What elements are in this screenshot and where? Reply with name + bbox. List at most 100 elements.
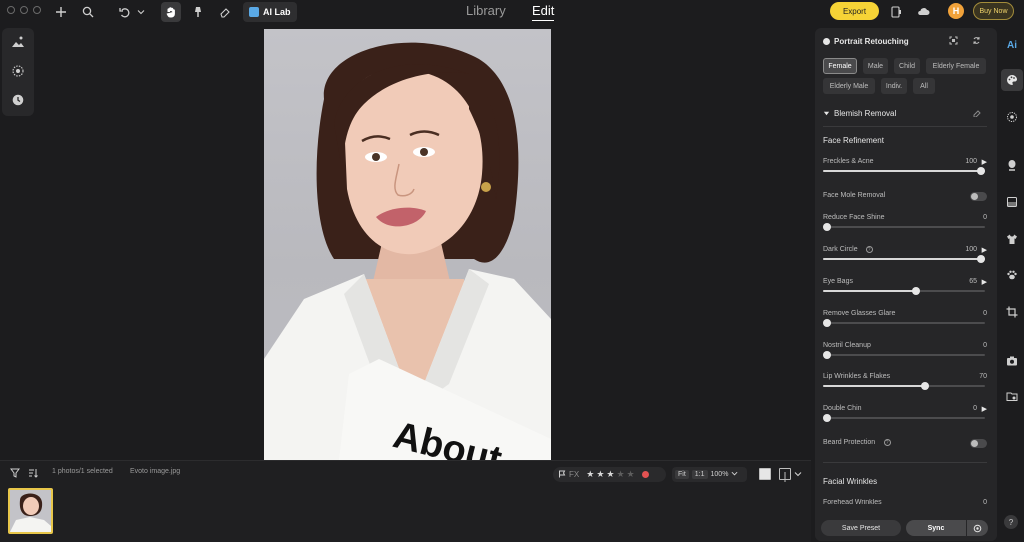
ai-lab-button[interactable]: AI Lab xyxy=(243,2,297,22)
rating-star-icon[interactable]: ★ xyxy=(596,469,604,480)
chip-all[interactable]: All xyxy=(913,78,935,94)
slider-handle[interactable] xyxy=(823,319,831,327)
param-remove-glasses-glare[interactable]: Remove Glasses Glare 0 xyxy=(823,310,987,332)
fx-label[interactable]: FX xyxy=(569,470,579,479)
close-window-button[interactable] xyxy=(7,6,15,14)
device-icon[interactable] xyxy=(886,2,906,22)
expand-arrow-icon[interactable]: ▶ xyxy=(982,278,987,286)
chevron-down-icon[interactable] xyxy=(134,2,148,22)
param-double-chin[interactable]: Double Chin 0 ▶ xyxy=(823,405,987,427)
param-freckles-acne[interactable]: Freckles & Acne 100 ▶ xyxy=(823,158,987,180)
color-label-red[interactable] xyxy=(641,471,649,478)
param-label: Forehead Wrinkles xyxy=(823,499,882,506)
folder-export-icon[interactable] xyxy=(1001,385,1023,407)
slider-handle[interactable] xyxy=(977,167,985,175)
chevron-down-icon[interactable] xyxy=(792,468,804,480)
chip-indiv[interactable]: Indiv. xyxy=(881,78,907,94)
filter-dots-icon[interactable] xyxy=(10,63,26,79)
param-dark-circle[interactable]: Dark Circle? 100 ▶ xyxy=(823,246,987,268)
star-rating[interactable]: ★ ★ ★ ★ ★ xyxy=(586,469,634,480)
camera-icon[interactable] xyxy=(1001,350,1023,372)
slider-handle[interactable] xyxy=(977,255,985,263)
sort-icon[interactable] xyxy=(26,466,40,480)
slider-handle[interactable] xyxy=(823,414,831,422)
slider-handle[interactable] xyxy=(912,287,921,295)
param-face-mole-removal[interactable]: Face Mole Removal xyxy=(823,192,987,214)
tab-library[interactable]: Library xyxy=(466,3,506,18)
chip-female[interactable]: Female xyxy=(823,58,857,74)
reset-icon[interactable] xyxy=(972,36,981,47)
expand-arrow-icon[interactable]: ▶ xyxy=(982,158,987,166)
sync-settings-icon[interactable] xyxy=(967,520,988,536)
undo-icon[interactable] xyxy=(115,2,135,22)
slider-track[interactable] xyxy=(823,322,985,324)
eraser-icon[interactable] xyxy=(215,2,235,22)
single-view-icon[interactable] xyxy=(759,468,771,480)
toggle-switch[interactable] xyxy=(970,192,987,201)
current-filename: Evoto image.jpg xyxy=(130,468,181,475)
param-beard-protection[interactable]: Beard Protection? xyxy=(823,439,987,461)
param-label: Eye Bags xyxy=(823,278,853,285)
chip-elderly-male[interactable]: Elderly Male xyxy=(823,78,875,94)
tab-edit[interactable]: Edit xyxy=(532,3,555,21)
add-icon[interactable] xyxy=(51,2,71,22)
slider-track[interactable] xyxy=(823,226,985,228)
buy-now-button[interactable]: Buy Now xyxy=(973,2,1014,20)
minimize-window-button[interactable] xyxy=(20,6,28,14)
param-lip-wrinkles-flakes[interactable]: Lip Wrinkles & Flakes 70 xyxy=(823,373,987,395)
chip-elderly-female[interactable]: Elderly Female xyxy=(926,58,986,74)
info-icon[interactable]: ? xyxy=(883,439,891,446)
help-button[interactable]: ? xyxy=(1004,515,1018,529)
clothing-icon[interactable] xyxy=(1001,228,1023,250)
background-icon[interactable] xyxy=(1001,191,1023,213)
maximize-window-button[interactable] xyxy=(33,6,41,14)
param-eye-bags[interactable]: Eye Bags 65 ▶ xyxy=(823,278,987,300)
export-button[interactable]: Export xyxy=(830,2,879,20)
chip-child[interactable]: Child xyxy=(894,58,920,74)
brush-icon[interactable] xyxy=(188,2,208,22)
zoom-level[interactable]: 100% xyxy=(711,471,729,478)
eraser-reset-icon[interactable] xyxy=(972,108,981,119)
palette-icon[interactable] xyxy=(1001,69,1023,91)
crop-icon[interactable] xyxy=(1001,301,1023,323)
rating-star-icon[interactable]: ★ xyxy=(627,469,635,480)
chevron-down-icon[interactable] xyxy=(731,470,738,479)
texture-icon[interactable] xyxy=(1001,106,1023,128)
chip-male[interactable]: Male xyxy=(863,58,888,74)
slider-handle[interactable] xyxy=(823,223,831,231)
param-reduce-face-shine[interactable]: Reduce Face Shine 0 xyxy=(823,214,987,236)
photo-thumbnail[interactable] xyxy=(8,488,53,534)
param-nostril-cleanup[interactable]: Nostril Cleanup 0 xyxy=(823,342,987,364)
toggle-switch[interactable] xyxy=(970,439,987,448)
rating-star-icon[interactable]: ★ xyxy=(616,469,624,480)
sync-button[interactable]: Sync xyxy=(906,520,966,536)
cloud-icon[interactable] xyxy=(913,2,933,22)
pet-paw-icon[interactable] xyxy=(1001,264,1023,286)
search-icon[interactable] xyxy=(78,2,98,22)
ratio-button[interactable]: 1:1 xyxy=(691,470,708,479)
auto-enhance-icon[interactable] xyxy=(10,34,26,50)
expand-arrow-icon[interactable]: ▶ xyxy=(982,246,987,254)
blemish-section-header[interactable]: Blemish Removal xyxy=(823,109,896,118)
slider-track[interactable] xyxy=(823,354,985,356)
rating-star-icon[interactable]: ★ xyxy=(606,469,614,480)
param-forehead-wrinkles[interactable]: Forehead Wrinkles 0 xyxy=(823,499,987,509)
expand-arrow-icon[interactable]: ▶ xyxy=(982,405,987,413)
flag-icon[interactable] xyxy=(558,470,566,480)
ai-features-icon[interactable]: Ai xyxy=(1001,34,1023,56)
hand-tool-icon[interactable] xyxy=(161,2,181,22)
rating-star-icon[interactable]: ★ xyxy=(586,469,594,480)
filter-icon[interactable] xyxy=(8,466,22,480)
expand-icon[interactable] xyxy=(949,36,958,47)
face-shape-icon[interactable] xyxy=(1001,154,1023,176)
history-icon[interactable] xyxy=(10,92,26,108)
fit-button[interactable]: Fit xyxy=(675,470,689,479)
user-avatar[interactable]: H xyxy=(948,3,964,19)
save-preset-button[interactable]: Save Preset xyxy=(821,520,901,536)
slider-track[interactable] xyxy=(823,417,985,419)
slider-handle[interactable] xyxy=(823,351,831,359)
info-icon[interactable]: ? xyxy=(865,246,873,253)
edited-photo[interactable]: About xyxy=(264,29,551,460)
slider-handle[interactable] xyxy=(921,382,930,390)
compare-view-icon[interactable] xyxy=(779,468,791,482)
